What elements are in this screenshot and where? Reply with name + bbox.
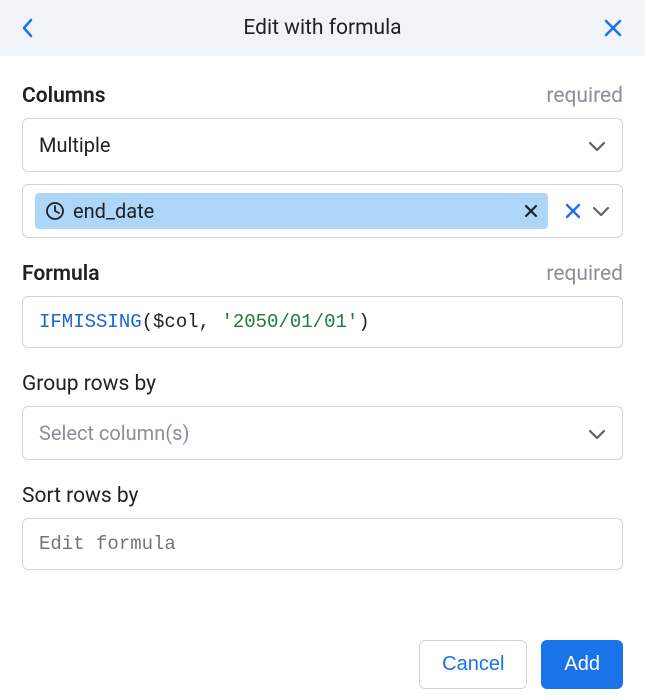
columns-label: Columns bbox=[22, 84, 106, 108]
sortby-input[interactable] bbox=[22, 518, 623, 570]
formula-token-func: IFMISSING bbox=[39, 311, 142, 333]
columns-chip-select[interactable]: end_date bbox=[22, 184, 623, 238]
groupby-placeholder: Select column(s) bbox=[39, 421, 189, 445]
formula-required-tag: required bbox=[546, 262, 623, 286]
dialog-footer: Cancel Add bbox=[0, 640, 645, 689]
sortby-label: Sort rows by bbox=[22, 484, 623, 508]
formula-editor[interactable]: IFMISSING($col, '2050/01/01') bbox=[22, 296, 623, 348]
back-button[interactable] bbox=[22, 18, 34, 38]
formula-token-var: $col bbox=[153, 311, 199, 333]
cancel-button[interactable]: Cancel bbox=[419, 640, 527, 689]
chevron-left-icon bbox=[22, 18, 34, 38]
add-button[interactable]: Add bbox=[541, 640, 623, 689]
formula-token-comma: , bbox=[199, 311, 222, 333]
close-icon bbox=[524, 204, 538, 218]
clock-icon bbox=[45, 201, 65, 221]
chip-remove-button[interactable] bbox=[524, 204, 538, 218]
columns-required-tag: required bbox=[546, 84, 623, 108]
groupby-field: Group rows by Select column(s) bbox=[22, 372, 623, 460]
sortby-field: Sort rows by bbox=[22, 484, 623, 570]
formula-field: Formula required IFMISSING($col, '2050/0… bbox=[22, 262, 623, 348]
dialog-header: Edit with formula bbox=[0, 0, 645, 56]
clear-all-button[interactable] bbox=[564, 202, 582, 220]
formula-token-str: '2050/01/01' bbox=[221, 311, 358, 333]
columns-field: Columns required Multiple end_date bbox=[22, 84, 623, 238]
column-chip-label: end_date bbox=[73, 199, 516, 223]
columns-mode-select[interactable]: Multiple bbox=[22, 118, 623, 172]
formula-label: Formula bbox=[22, 262, 99, 286]
chevron-down-icon bbox=[592, 202, 610, 221]
dialog-body: Columns required Multiple end_date bbox=[0, 56, 645, 616]
chevron-down-icon bbox=[588, 133, 606, 157]
chevron-down-icon bbox=[588, 421, 606, 445]
formula-token-rparen: ) bbox=[358, 311, 369, 333]
groupby-select[interactable]: Select column(s) bbox=[22, 406, 623, 460]
close-icon bbox=[603, 18, 623, 38]
columns-mode-value: Multiple bbox=[39, 133, 110, 157]
dialog-title: Edit with formula bbox=[243, 16, 401, 40]
columns-label-row: Columns required bbox=[22, 84, 623, 108]
close-icon bbox=[564, 202, 582, 220]
formula-token-lparen: ( bbox=[142, 311, 153, 333]
formula-label-row: Formula required bbox=[22, 262, 623, 286]
groupby-label: Group rows by bbox=[22, 372, 623, 396]
column-chip: end_date bbox=[35, 193, 548, 229]
close-button[interactable] bbox=[603, 18, 623, 38]
